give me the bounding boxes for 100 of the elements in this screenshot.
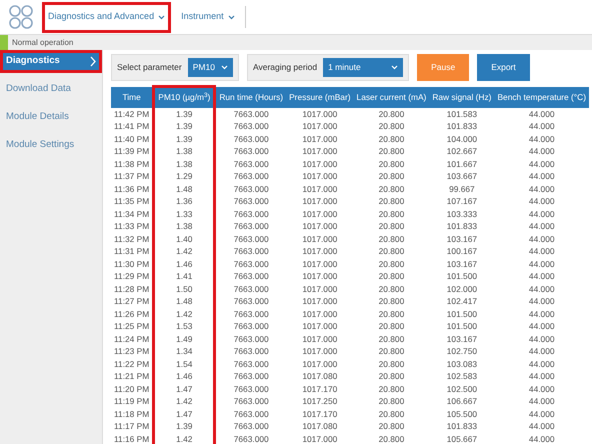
table-cell: 1.42 bbox=[154, 395, 215, 408]
table-cell: 7663.000 bbox=[214, 182, 286, 195]
table-cell: 11:21 PM bbox=[111, 370, 154, 382]
table-cell-text: 20.800 bbox=[378, 232, 406, 245]
table-cell: 11:27 PM bbox=[111, 295, 154, 308]
table-cell-text: 20.800 bbox=[378, 432, 406, 444]
table-cell-text: 20.800 bbox=[378, 182, 406, 195]
table-cell: 7663.000 bbox=[214, 158, 286, 170]
table-cell: 1.42 bbox=[154, 245, 215, 258]
table-cell: 7663.000 bbox=[214, 195, 286, 208]
column-header[interactable]: Pressure (mBar) bbox=[286, 86, 354, 108]
table-cell: 7663.000 bbox=[214, 420, 286, 432]
table-cell-text: 100.167 bbox=[446, 245, 478, 258]
table-cell-text: 102.583 bbox=[446, 370, 478, 382]
table-cell-text: 44.000 bbox=[528, 232, 556, 245]
table-cell: 1.29 bbox=[154, 170, 215, 182]
column-header[interactable]: Run time (Hours) bbox=[214, 86, 286, 108]
sidebar-item[interactable]: Diagnostics bbox=[0, 50, 102, 73]
select-dropdown[interactable]: PM10 bbox=[188, 58, 233, 77]
table-cell-text: 1017.000 bbox=[301, 282, 338, 295]
table-cell: 101.583 bbox=[429, 108, 494, 120]
table-cell: 1.54 bbox=[154, 358, 215, 370]
table-cell-text: 44.000 bbox=[528, 208, 556, 220]
table-cell: 7663.000 bbox=[214, 270, 286, 282]
table-cell: 1.47 bbox=[154, 408, 215, 420]
table-cell: 1.49 bbox=[154, 332, 215, 345]
table-cell-text: 44.000 bbox=[528, 308, 556, 320]
table-cell: 11:39 PM bbox=[111, 145, 154, 158]
column-header[interactable]: Bench temperature (°C) bbox=[494, 86, 589, 108]
table-cell-text: 1017.080 bbox=[301, 370, 338, 382]
column-header[interactable]: PM10 (µg/m$^{3}$) bbox=[154, 86, 215, 108]
table-cell: 1.48 bbox=[154, 182, 215, 195]
table-cell-text: 102.667 bbox=[446, 145, 478, 158]
sidebar-item[interactable]: Module Details bbox=[0, 106, 102, 129]
table-cell-text: 44.000 bbox=[528, 258, 556, 270]
table-cell-text: 20.800 bbox=[378, 170, 406, 182]
column-header[interactable]: Laser current (mA) bbox=[354, 86, 430, 108]
table-cell-text: 44.000 bbox=[528, 420, 556, 432]
table-cell: 1.38 bbox=[154, 145, 215, 158]
table-cell: 7663.000 bbox=[214, 208, 286, 220]
chevron-icon bbox=[90, 56, 96, 67]
table-cell-text: 44.000 bbox=[528, 382, 556, 395]
export-button[interactable]: Export bbox=[477, 54, 530, 81]
table-cell-text: 20.800 bbox=[378, 345, 406, 358]
table-cell: 11:38 PM bbox=[111, 158, 154, 170]
table-cell-text: 99.667 bbox=[448, 182, 476, 195]
table-cell-text: 1017.000 bbox=[301, 308, 338, 320]
table-cell-text: 20.800 bbox=[378, 282, 406, 295]
table-cell-text: 44.000 bbox=[528, 295, 556, 308]
table-cell: 11:32 PM bbox=[111, 232, 154, 245]
nav-menu[interactable]: Diagnostics and Advanced bbox=[42, 2, 172, 32]
sidebar-item[interactable]: Module Settings bbox=[0, 134, 102, 157]
table-cell: 11:37 PM bbox=[111, 170, 154, 182]
table-cell-text: 101.500 bbox=[446, 320, 478, 332]
nav-menu[interactable]: Instrument bbox=[175, 2, 241, 32]
table-cell-text: 103.083 bbox=[446, 358, 478, 370]
table-cell-text: 44.000 bbox=[528, 432, 556, 444]
select-label: Select parameter bbox=[117, 61, 182, 74]
table-cell: 11:41 PM bbox=[111, 120, 154, 132]
table-cell-text: 102.417 bbox=[446, 295, 478, 308]
table-cell-text: 1017.080 bbox=[301, 420, 338, 432]
table-cell-text: 44.000 bbox=[528, 145, 556, 158]
table-cell-text: 102.500 bbox=[446, 382, 478, 395]
table-cell-text: 1017.250 bbox=[301, 395, 338, 408]
table-cell-text: 1017.000 bbox=[301, 245, 338, 258]
table-cell: 1.46 bbox=[154, 258, 215, 270]
table-cell-text: 102.000 bbox=[446, 282, 478, 295]
table-cell-text: 20.800 bbox=[378, 158, 406, 170]
table-cell: 11:34 PM bbox=[111, 208, 154, 220]
table-cell: 7663.000 bbox=[214, 358, 286, 370]
table-cell: 7663.000 bbox=[214, 108, 286, 120]
table-cell: 7663.000 bbox=[214, 295, 286, 308]
table-cell-text: 20.800 bbox=[378, 332, 406, 345]
column-header[interactable]: Time bbox=[111, 86, 154, 108]
table-cell: 1.38 bbox=[154, 158, 215, 170]
table-cell-text: 102.750 bbox=[446, 345, 478, 358]
table-cell-text: 1017.000 bbox=[301, 345, 338, 358]
table-cell-text: 44.000 bbox=[528, 270, 556, 282]
table-cell: 1.41 bbox=[154, 270, 215, 282]
table-cell: 7663.000 bbox=[214, 382, 286, 395]
table-cell-text: 1017.170 bbox=[301, 382, 338, 395]
table-cell: 1.36 bbox=[154, 195, 215, 208]
table-cell: 1017.000 bbox=[286, 108, 354, 120]
table-cell-text: 1017.000 bbox=[301, 158, 338, 170]
table-cell: 11:36 PM bbox=[111, 182, 154, 195]
table-cell: 1.42 bbox=[154, 308, 215, 320]
table-cell-text: 44.000 bbox=[528, 195, 556, 208]
table-cell-text: 44.000 bbox=[528, 220, 556, 232]
column-header[interactable]: Raw signal (Hz) bbox=[429, 86, 494, 108]
sidebar-item[interactable]: Download Data bbox=[0, 78, 102, 101]
table-cell-text: 44.000 bbox=[528, 282, 556, 295]
table-cell: 7663.000 bbox=[214, 370, 286, 382]
select-dropdown[interactable]: 1 minute bbox=[323, 58, 404, 77]
table-cell: 7663.000 bbox=[214, 245, 286, 258]
table-cell-text: 44.000 bbox=[528, 182, 556, 195]
table-cell-text: 106.667 bbox=[446, 395, 478, 408]
table-cell: 11:24 PM bbox=[111, 332, 154, 345]
table-cell: 11:26 PM bbox=[111, 308, 154, 320]
table-cell-text: 101.833 bbox=[446, 220, 478, 232]
pause-button[interactable]: Pause bbox=[417, 54, 470, 81]
